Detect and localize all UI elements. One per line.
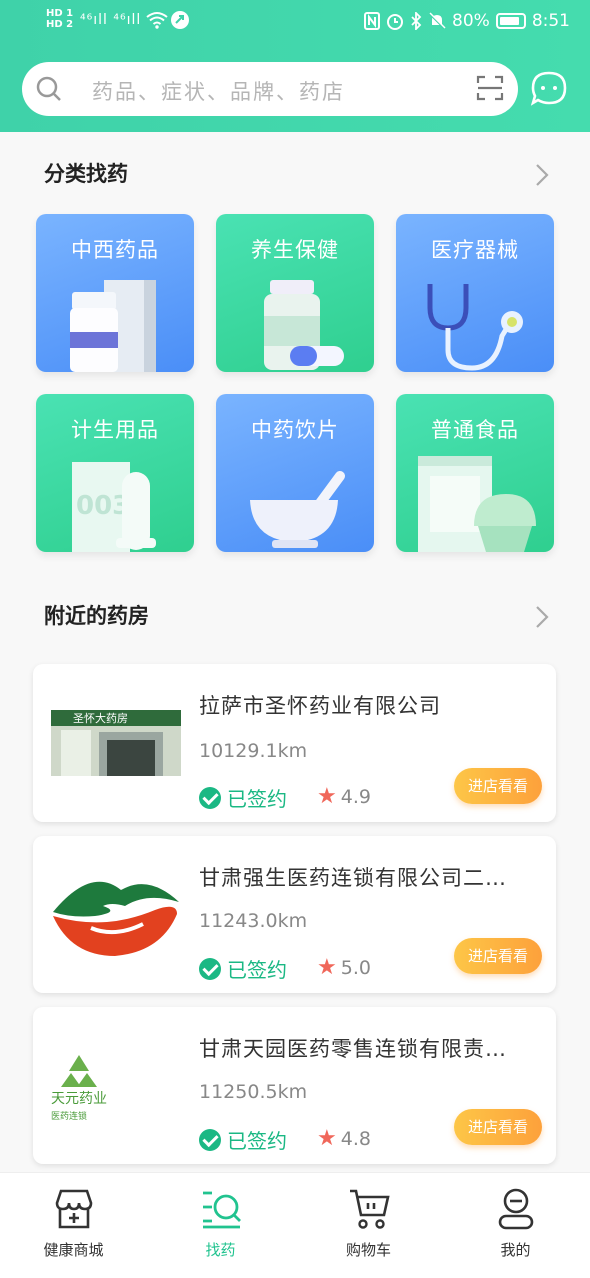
logo-name: 天元药业 (51, 1091, 107, 1107)
mute-icon (429, 12, 446, 29)
search-icon (36, 76, 61, 101)
visit-store-button[interactable]: 进店看看 (454, 768, 542, 804)
chat-icon[interactable] (530, 70, 568, 108)
star-icon: ★ (317, 1126, 337, 1151)
signed-badge: 已签约 (199, 1125, 287, 1154)
pharmacy-card[interactable]: 圣怀大药房 拉萨市圣怀药业有限公司 10129.1km 已签约 ★ 4.9 进店看… (33, 664, 556, 822)
bottom-tab-bar: 健康商城 找药 购物车 我的 (0, 1172, 590, 1278)
check-circle-icon (199, 957, 221, 980)
food-icon (418, 456, 536, 552)
store-logo (53, 881, 179, 956)
tab-find-medicine[interactable]: 找药 (147, 1173, 294, 1278)
bluetooth-icon (411, 12, 422, 30)
status-bar: HD 1 HD 2 ⁴⁶ıll ⁴⁶ıll 80% 8:51 (0, 0, 590, 46)
search-bar[interactable]: 药品、症状、品牌、药店 (22, 62, 518, 116)
signal-icon: ⁴⁶ıll ⁴⁶ıll (80, 12, 142, 28)
store-icon (55, 1189, 93, 1229)
profile-icon (498, 1188, 534, 1230)
store-name: 甘肃强生医药连锁有限公司二… (199, 866, 507, 890)
category-section-title: 分类找药 (36, 158, 134, 195)
category-chinese-herbs[interactable]: 中药饮片 (216, 394, 374, 552)
store-name: 拉萨市圣怀药业有限公司 (199, 694, 441, 718)
nfc-icon (364, 12, 381, 30)
tab-health-mall[interactable]: 健康商城 (0, 1173, 147, 1278)
app-notification-icon (170, 10, 190, 34)
clock: 8:51 (531, 11, 570, 31)
header: HD 1 HD 2 ⁴⁶ıll ⁴⁶ıll 80% 8:51 药品、症状、品牌、… (0, 0, 590, 132)
battery-percent: 80% (452, 11, 490, 31)
check-circle-icon (199, 1128, 221, 1151)
store-rating: ★ 4.8 (317, 1126, 371, 1151)
cart-icon (350, 1189, 390, 1229)
find-medicine-icon (203, 1191, 241, 1229)
star-icon: ★ (317, 955, 337, 980)
tab-cart[interactable]: 购物车 (295, 1173, 442, 1278)
title-underline (36, 187, 134, 195)
pharmacy-card[interactable]: 天元药业 医药连锁 甘肃天园医药零售连锁有限责… 11250.5km 已签约 ★… (33, 1007, 556, 1164)
check-circle-icon (199, 786, 221, 809)
store-distance: 11250.5km (199, 1081, 308, 1103)
category-western-medicine[interactable]: 中西药品 (36, 214, 194, 372)
battery-icon (495, 13, 526, 29)
pharmacy-card[interactable]: 甘肃强生医药连锁有限公司二… 11243.0km 已签约 ★ 5.0 进店看看 (33, 836, 556, 993)
store-logo: 天元药业 医药连锁 (51, 1055, 107, 1122)
medicine-box-icon (70, 280, 156, 372)
sim-indicator: HD 1 HD 2 (46, 8, 74, 30)
store-distance: 11243.0km (199, 910, 308, 932)
chevron-right-icon[interactable] (533, 604, 551, 630)
family-planning-icon: 003 (72, 462, 156, 552)
store-name: 甘肃天园医药零售连锁有限责… (199, 1037, 507, 1061)
scan-icon[interactable] (476, 74, 504, 102)
pharmacy-section-title: 附近的药房 (36, 600, 158, 637)
visit-store-button[interactable]: 进店看看 (454, 1109, 542, 1145)
store-rating: ★ 5.0 (317, 955, 371, 980)
store-photo: 圣怀大药房 (51, 710, 181, 776)
star-icon: ★ (317, 784, 337, 809)
chevron-right-icon[interactable] (533, 162, 551, 188)
category-health-care[interactable]: 养生保健 (216, 214, 374, 372)
wifi-icon (146, 11, 168, 33)
pill-bottle-icon (264, 280, 344, 370)
logo-subtitle: 医药连锁 (51, 1110, 87, 1122)
search-input[interactable]: 药品、症状、品牌、药店 (92, 76, 345, 106)
category-ordinary-food[interactable]: 普通食品 (396, 394, 554, 552)
store-photo-sign: 圣怀大药房 (73, 711, 128, 725)
mortar-icon (250, 471, 345, 548)
stethoscope-icon (427, 284, 523, 371)
store-distance: 10129.1km (199, 740, 308, 762)
title-underline (36, 629, 158, 637)
visit-store-button[interactable]: 进店看看 (454, 938, 542, 974)
store-rating: ★ 4.9 (317, 784, 371, 809)
alarm-icon (387, 14, 404, 30)
category-family-planning[interactable]: 计生用品 003 (36, 394, 194, 552)
signed-badge: 已签约 (199, 783, 287, 812)
main-content: 分类找药 中西药品 养生保健 医疗器械 计生用品 003 中药饮片 普通食品 附… (0, 132, 590, 1172)
signed-badge: 已签约 (199, 954, 287, 983)
category-medical-device[interactable]: 医疗器械 (396, 214, 554, 372)
status-right: 80% 8:51 (364, 11, 570, 31)
tab-mine[interactable]: 我的 (442, 1173, 589, 1278)
